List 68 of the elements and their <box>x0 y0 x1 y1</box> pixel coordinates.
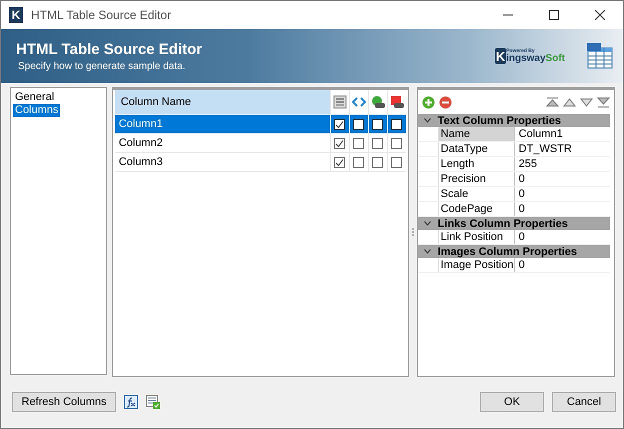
property-value[interactable]: 0 <box>514 258 610 272</box>
move-bottom-icon[interactable] <box>597 96 610 108</box>
property-value[interactable]: 0 <box>514 202 610 216</box>
property-name[interactable]: DataType <box>438 142 515 156</box>
group-title: Images Column Properties <box>438 246 578 258</box>
property-value[interactable]: 255 <box>514 157 610 171</box>
checkbox[interactable] <box>372 138 384 148</box>
add-icon[interactable] <box>422 96 435 108</box>
checkbox[interactable] <box>372 156 384 168</box>
table-cell-text: Column2 <box>118 136 164 151</box>
property-name[interactable]: Image Position <box>438 258 515 272</box>
check-icon <box>335 138 344 148</box>
group-title: Links Column Properties <box>438 218 568 230</box>
move-down-icon[interactable] <box>580 98 593 106</box>
table-cell-text: Column1 <box>118 117 164 132</box>
code-brackets-icon <box>352 95 366 109</box>
list-check-icon[interactable] <box>146 395 160 409</box>
checkbox[interactable] <box>353 138 364 148</box>
checkbox[interactable] <box>334 156 346 168</box>
property-name[interactable]: Link Position <box>438 230 515 244</box>
logo-suffix: Soft <box>546 54 565 64</box>
table-cell-text: Column3 <box>118 155 164 170</box>
checkbox[interactable] <box>391 138 402 148</box>
collapse-chevron-icon[interactable] <box>424 221 432 226</box>
checkbox[interactable] <box>353 118 364 130</box>
property-name[interactable]: Length <box>438 157 515 171</box>
move-top-icon[interactable] <box>546 96 559 108</box>
ok-button[interactable]: OK <box>480 392 544 412</box>
function-icon[interactable] <box>124 395 138 409</box>
splitter-grip-icon[interactable] <box>412 226 414 236</box>
checkbox[interactable] <box>391 156 402 168</box>
property-value[interactable]: 0 <box>514 230 610 244</box>
check-icon <box>335 158 344 166</box>
group-title: Text Column Properties <box>438 114 561 126</box>
collapse-chevron-icon[interactable] <box>424 118 432 123</box>
check-icon <box>335 120 344 128</box>
property-name[interactable]: CodePage <box>438 202 515 216</box>
window-title: HTML Table Source Editor <box>31 8 172 22</box>
close-icon <box>595 10 605 20</box>
remove-icon[interactable] <box>438 96 452 108</box>
property-value[interactable]: Column1 <box>514 127 610 141</box>
maximize-icon <box>549 10 559 20</box>
move-up-icon[interactable] <box>563 98 576 106</box>
sidebar-item[interactable]: Columns <box>13 104 60 117</box>
property-value[interactable]: 0 <box>514 187 610 201</box>
collapse-chevron-icon[interactable] <box>424 249 432 254</box>
text-type-icon <box>332 95 347 109</box>
app-icon: K <box>9 7 23 23</box>
logo-name: ingsway <box>506 54 546 64</box>
table-icon <box>587 43 613 69</box>
checkbox[interactable] <box>334 118 346 130</box>
property-name[interactable]: Scale <box>438 187 515 201</box>
checkbox[interactable] <box>334 138 346 148</box>
property-value[interactable]: 0 <box>514 172 610 186</box>
sidebar-item[interactable]: General <box>13 91 56 104</box>
checkbox[interactable] <box>372 118 384 130</box>
banner-subtitle: Specify how to generate sample data. <box>17 60 186 72</box>
checkbox[interactable] <box>391 118 402 130</box>
property-name[interactable]: Precision <box>438 172 515 186</box>
refresh-columns-button[interactable]: Refresh Columns <box>12 392 116 412</box>
property-name[interactable]: Name <box>438 127 515 141</box>
logo-letter: K <box>495 48 506 64</box>
checkbox[interactable] <box>353 156 364 168</box>
cancel-button[interactable]: Cancel <box>552 392 616 412</box>
column-header[interactable]: Column Name <box>114 90 330 114</box>
selected-row[interactable]: Column1 <box>114 115 406 134</box>
banner-title: HTML Table Source Editor <box>16 40 204 58</box>
property-value[interactable]: DT_WSTR <box>514 142 610 156</box>
